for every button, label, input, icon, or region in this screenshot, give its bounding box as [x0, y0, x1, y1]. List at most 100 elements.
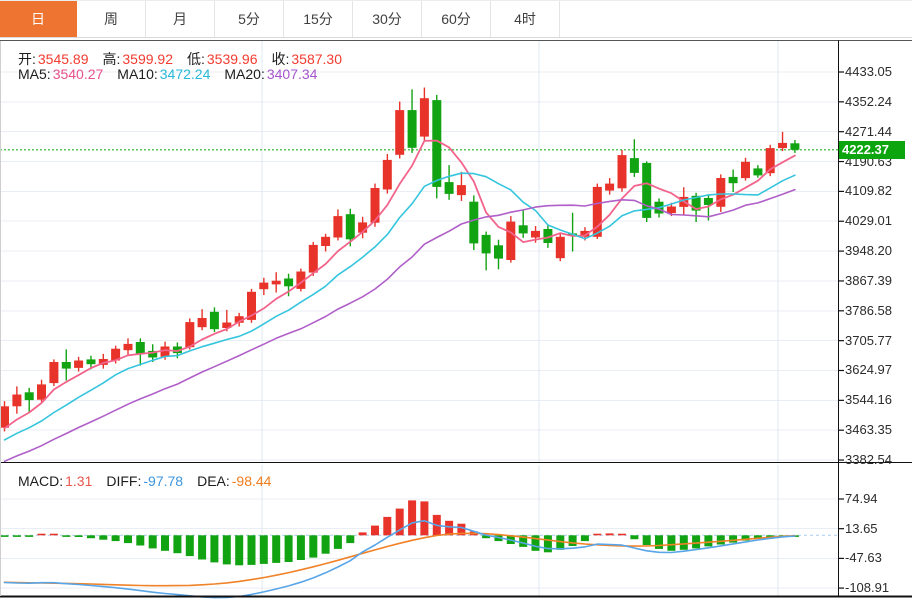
- y-axis-label: 3624.97: [845, 363, 909, 377]
- candle-up: [618, 155, 627, 188]
- macd-bar-negative: [13, 535, 21, 537]
- macd-bar-negative: [248, 535, 256, 565]
- macd-bar-negative: [149, 535, 157, 548]
- macd-bar-positive: [359, 532, 367, 535]
- macd-bar-negative: [309, 535, 317, 557]
- macd-bar-negative: [161, 535, 169, 551]
- macd-bar-negative: [704, 535, 712, 546]
- macd-bar-negative: [62, 535, 70, 537]
- macd-bar-negative: [173, 535, 181, 553]
- macd-bar-positive: [383, 517, 391, 535]
- candle-up: [420, 98, 429, 136]
- candle-up: [667, 207, 676, 214]
- candle-up: [49, 362, 58, 383]
- candle-up: [605, 184, 614, 191]
- macd-bar-negative: [198, 535, 206, 559]
- candle-down: [210, 312, 219, 329]
- macd-bar-negative: [346, 535, 354, 543]
- macd-bar-negative: [99, 535, 107, 539]
- y-axis-label: -47.63: [845, 551, 909, 565]
- y-axis-label: 3463.35: [845, 423, 909, 437]
- y-axis-label: 3786.58: [845, 304, 909, 318]
- macd-bar-positive: [50, 534, 58, 536]
- macd-bar-negative: [667, 535, 675, 551]
- candle-down: [494, 245, 503, 258]
- macd-bar-negative: [1, 535, 9, 537]
- y-axis-label: 74.94: [845, 492, 909, 506]
- candle-up: [309, 245, 318, 273]
- y-axis-label: 4433.05: [845, 65, 909, 79]
- macd-bar-negative: [643, 535, 651, 545]
- candle-up: [74, 361, 83, 368]
- candle-up: [531, 231, 540, 238]
- candle-down: [87, 359, 96, 364]
- macd-bar-positive: [408, 500, 416, 535]
- macd-bar-negative: [223, 535, 231, 564]
- macd-bar-negative: [285, 535, 293, 562]
- macd-bar-negative: [680, 535, 688, 550]
- macd-bar-positive: [420, 501, 428, 535]
- candle-down: [790, 143, 799, 150]
- macd-bar-negative: [272, 535, 280, 563]
- y-axis-label: 3544.16: [845, 393, 909, 407]
- macd-bar-negative: [569, 535, 577, 546]
- macd-bar-negative: [124, 535, 132, 543]
- candle-down: [432, 100, 441, 187]
- macd-bar-positive: [445, 521, 453, 536]
- macd-bar-negative: [581, 535, 589, 541]
- candle-down: [469, 202, 478, 244]
- macd-bar-negative: [297, 535, 305, 560]
- y-axis-label: 4352.24: [845, 95, 909, 109]
- candle-up: [12, 395, 21, 407]
- candle-up: [383, 160, 392, 190]
- candle-up: [321, 237, 330, 246]
- candle-up: [259, 283, 268, 290]
- macd-bar-negative: [75, 535, 83, 537]
- candle-up: [272, 281, 281, 285]
- y-axis-label: 3382.54: [845, 453, 909, 467]
- macd-bar-negative: [322, 535, 330, 553]
- y-axis-label: 4109.82: [845, 184, 909, 198]
- candle-down: [136, 342, 145, 354]
- macd-bar-negative: [717, 535, 725, 544]
- candle-down: [519, 225, 528, 233]
- candle-down: [482, 235, 491, 254]
- candle-down: [753, 168, 762, 175]
- macd-bar-negative: [235, 535, 243, 565]
- candle-down: [729, 177, 738, 183]
- macd-bar-negative: [87, 535, 95, 538]
- candle-up: [198, 318, 207, 327]
- chart-canvas[interactable]: [0, 0, 912, 602]
- macd-bar-negative: [260, 535, 268, 564]
- macd-bar-positive: [593, 534, 601, 536]
- candle-up: [0, 406, 9, 427]
- macd-bar-negative: [655, 535, 663, 549]
- candle-down: [25, 392, 34, 400]
- macd-bar-positive: [38, 534, 46, 536]
- y-axis-label: 4271.44: [845, 125, 909, 139]
- macd-bar-negative: [692, 535, 700, 548]
- candle-up: [333, 216, 342, 237]
- candle-down: [630, 158, 639, 173]
- macd-bar-positive: [371, 526, 379, 536]
- candle-up: [124, 344, 133, 350]
- candle-down: [62, 362, 71, 369]
- macd-bar-negative: [210, 535, 218, 562]
- candle-up: [457, 185, 466, 195]
- candle-down: [445, 182, 454, 194]
- macd-bar-negative: [25, 535, 33, 537]
- macd-bar-positive: [606, 533, 614, 535]
- candle-up: [556, 237, 565, 258]
- macd-bar-negative: [630, 535, 638, 539]
- candle-up: [741, 162, 750, 178]
- candle-up: [778, 143, 787, 148]
- macd-bar-negative: [186, 535, 194, 556]
- macd-bar-negative: [112, 535, 120, 541]
- macd-bar-negative: [544, 535, 552, 552]
- macd-bar-negative: [729, 535, 737, 542]
- y-axis-label: 3948.20: [845, 244, 909, 258]
- candle-up: [395, 110, 404, 155]
- macd-bar-negative: [136, 535, 144, 545]
- y-axis-label: -108.91: [845, 581, 909, 595]
- y-axis-label: 4029.01: [845, 214, 909, 228]
